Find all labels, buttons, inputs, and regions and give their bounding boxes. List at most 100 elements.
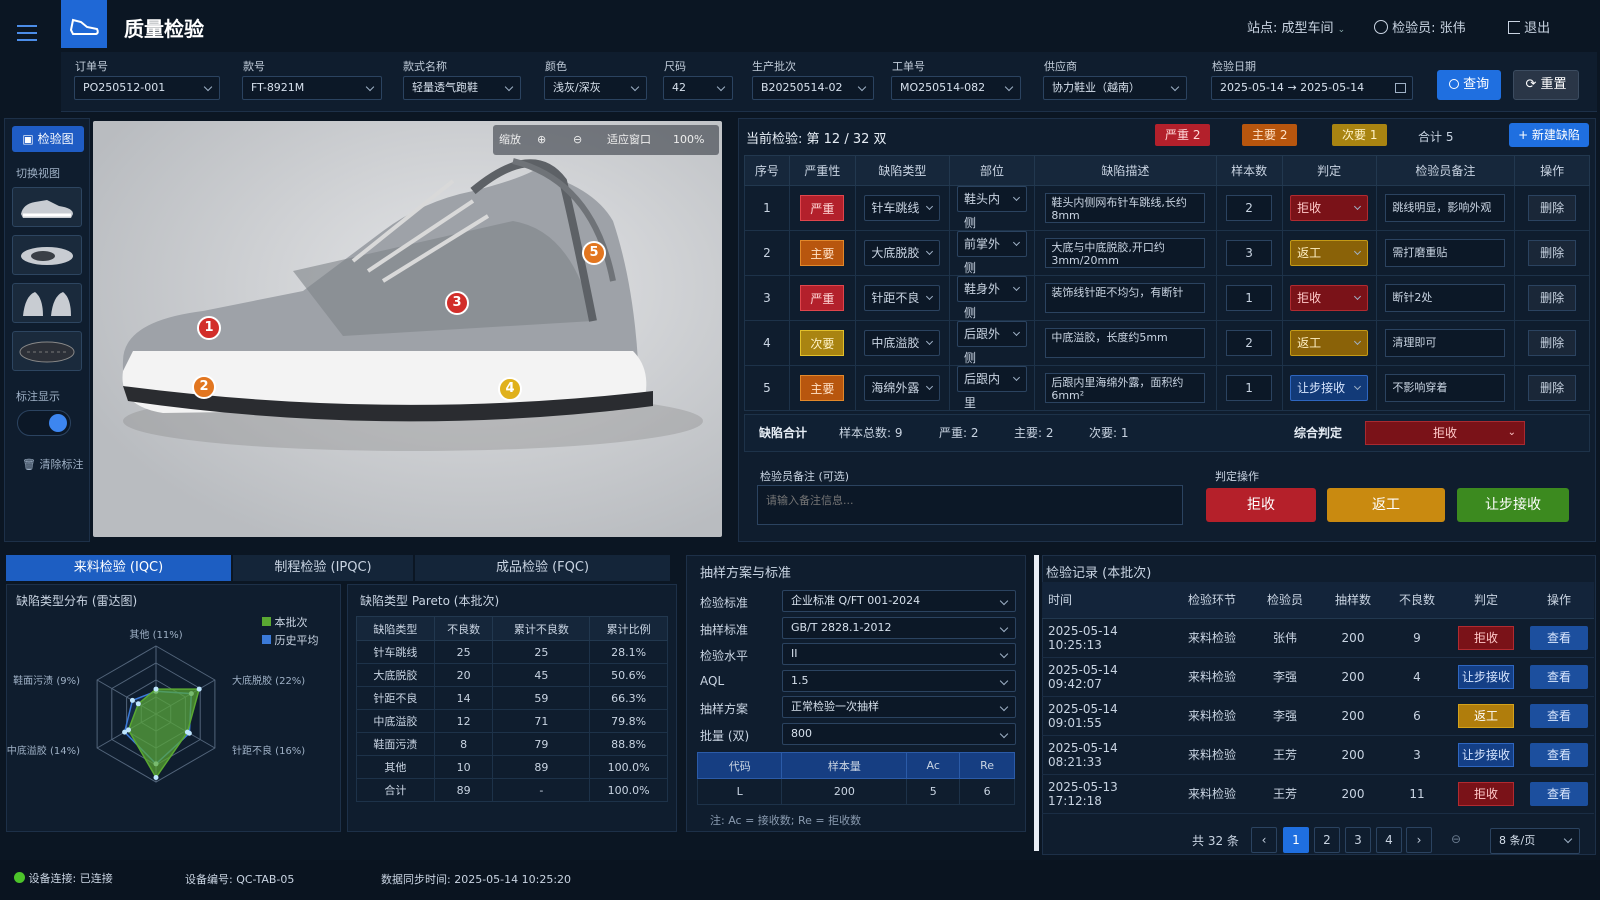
delete-button[interactable]: 删除 [1528,285,1577,311]
sampling-field-label: AQL [700,673,725,688]
tab-fqc[interactable]: 成品检验 (FQC) [415,555,670,581]
view-record-button[interactable]: 查看 [1530,781,1588,806]
judgement-select[interactable]: 拒收 [1290,195,1369,221]
defect-type-select[interactable]: 针距不良 [864,285,941,311]
style-name-select[interactable]: 轻量透气跑鞋 [403,76,521,100]
sampling-field-select[interactable]: 800 [782,722,1016,745]
view-record-button[interactable]: 查看 [1530,625,1588,650]
page-3-button[interactable]: 3 [1345,827,1371,853]
order-select[interactable]: PO250512-001 [74,76,220,100]
defect-type-select[interactable]: 针车跳线 [864,195,941,221]
clear-marks-button[interactable]: 🗑 清除标注 [22,456,83,472]
part-select[interactable]: 鞋身外侧 [956,276,1027,320]
mark-display-toggle[interactable] [17,410,71,436]
sampling-field-select[interactable]: II [782,643,1016,665]
menu-button[interactable] [14,22,44,46]
defect-desc-input[interactable]: 装饰线针距不均匀，有断针 [1045,283,1206,313]
defect-desc-input[interactable]: 鞋头内侧网布针车跳线,长约8mm [1045,193,1206,223]
overall-judgement-select[interactable]: 拒收 ⌄ [1365,421,1525,445]
defect-header-cell: 缺陷类型 [854,155,950,186]
view-thumb-top[interactable] [12,235,82,275]
defect-marker-4[interactable]: 4 [498,377,522,401]
supplier-select[interactable]: 协力鞋业（越南） [1043,76,1187,100]
delete-button[interactable]: 删除 [1528,375,1577,401]
tab-ipqc[interactable]: 制程检验 (IPQC) [233,555,413,581]
view-record-button[interactable]: 查看 [1530,664,1588,689]
defect-desc-input[interactable]: 大底与中底脱胶,开口约3mm/20mm [1045,238,1206,268]
page-1-button[interactable]: 1 [1283,827,1309,853]
size-select[interactable]: 42 [663,76,733,100]
query-button[interactable]: 查询 [1437,70,1501,100]
view-thumb-side[interactable] [12,187,82,227]
defect-desc-input[interactable]: 后跟内里海绵外露，面积约6mm² [1045,373,1206,403]
page-2-button[interactable]: 2 [1314,827,1340,853]
rework-button[interactable]: 返工 [1327,488,1445,522]
defect-type-select[interactable]: 中底溢胶 [864,330,941,356]
inspector-note-input[interactable]: 不影响穿着 [1385,374,1506,402]
defect-marker-2[interactable]: 2 [192,375,216,399]
color-select[interactable]: 浅灰/深灰 [544,76,647,100]
page-jump-icon[interactable]: ⊖ [1451,832,1461,846]
style-select[interactable]: FT-8921M [242,76,382,100]
defect-marker-3[interactable]: 3 [445,291,469,315]
date-range-picker[interactable]: 2025-05-14 → 2025-05-14 [1211,76,1413,100]
delete-button[interactable]: 删除 [1528,330,1577,356]
user-menu[interactable]: 检验员: 张伟 [1374,17,1466,36]
sampling-field-select[interactable]: GB/T 2828.1-2012 [782,616,1016,639]
next-page-button[interactable]: › [1406,827,1432,853]
defect-type-select[interactable]: 海绵外露 [864,375,941,401]
concession-button[interactable]: 让步接收 [1457,488,1569,522]
count-cell: 2 [1215,320,1283,366]
inspector-note-input[interactable]: 跳线明显，影响外观 [1385,194,1506,222]
part-select[interactable]: 前掌外侧 [956,231,1027,275]
sample-count-input[interactable]: 1 [1226,285,1273,311]
tab-iqc[interactable]: 来料检验 (IQC) [6,555,231,581]
view-thumb-sole[interactable] [12,331,82,371]
inspector-note-input[interactable]: 断针2处 [1385,284,1506,312]
inspector-note-input[interactable]: 清理即可 [1385,329,1506,357]
logout-button[interactable]: 退出 [1508,17,1550,36]
workorder-select[interactable]: MO250514-082 [891,76,1021,100]
batch-select[interactable]: B20250514-02 [752,76,874,100]
shoe-image-viewer[interactable]: 1 2 3 4 5 缩放 ⊕ ⊖ 适应窗口 100% [93,121,722,537]
desc-cell: 大底与中底脱胶,开口约3mm/20mm [1034,230,1217,276]
sample-count-input[interactable]: 2 [1226,330,1273,356]
part-select[interactable]: 鞋头内侧 [956,186,1027,230]
tab-inspection-image[interactable]: ▣ 检验图 [12,126,84,152]
defect-type-select[interactable]: 大底脱胶 [864,240,941,266]
defect-marker-5[interactable]: 5 [582,241,606,265]
judgement-select[interactable]: 返工 [1290,330,1369,356]
remarks-input[interactable] [757,485,1183,525]
zoom-in-icon[interactable]: ⊕ [537,125,546,155]
inspector-note-input[interactable]: 需打磨重贴 [1385,239,1506,267]
view-thumb-pair[interactable] [12,283,82,323]
remarks-label: 检验员备注 (可选) [760,470,850,483]
part-select[interactable]: 后跟外侧 [956,321,1027,365]
judgement-select[interactable]: 让步接收 [1290,375,1369,401]
station-select[interactable]: 站点: 成型车间 ⌄ [1247,17,1345,36]
per-page-select[interactable]: 8 条/页 [1490,828,1580,854]
sampling-field-select[interactable]: 正常检验一次抽样 [782,696,1016,718]
sample-count-input[interactable]: 3 [1226,240,1273,266]
defect-desc-input[interactable]: 中底溢胶，长度约5mm [1045,328,1206,358]
sample-count-input[interactable]: 1 [1226,375,1273,401]
fit-window-button[interactable]: 适应窗口 [607,125,651,155]
severity-cell: 主要 [788,230,856,276]
reject-button[interactable]: 拒收 [1206,488,1316,522]
sample-count-input[interactable]: 2 [1226,195,1273,221]
judgement-select[interactable]: 拒收 [1290,285,1369,311]
page-4-button[interactable]: 4 [1376,827,1402,853]
part-select[interactable]: 后跟内里 [956,366,1027,410]
delete-button[interactable]: 删除 [1528,240,1577,266]
view-record-button[interactable]: 查看 [1530,703,1588,728]
view-record-button[interactable]: 查看 [1530,742,1588,767]
prev-page-button[interactable]: ‹ [1251,827,1277,853]
sampling-field-select[interactable]: 企业标准 Q/FT 001-2024 [782,590,1016,612]
reset-button[interactable]: ⟳ 重置 [1513,70,1579,100]
judgement-select[interactable]: 返工 [1290,240,1369,266]
delete-button[interactable]: 删除 [1528,195,1577,221]
zoom-out-icon[interactable]: ⊖ [573,125,582,155]
new-defect-button[interactable]: + 新建缺陷 [1509,123,1589,147]
sampling-field-select[interactable]: 1.5 [782,669,1016,692]
defect-marker-1[interactable]: 1 [197,316,221,340]
